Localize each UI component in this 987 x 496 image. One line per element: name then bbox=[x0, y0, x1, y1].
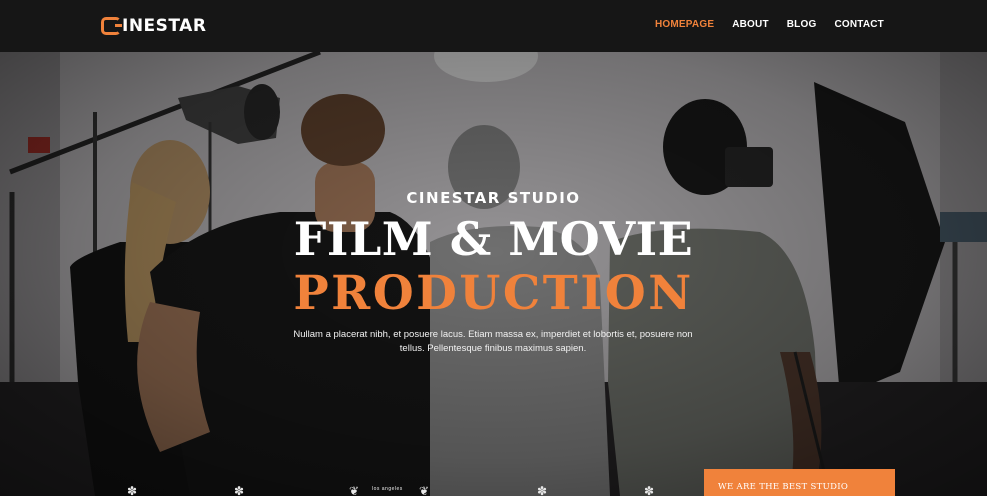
hero-section: CINESTAR STUDIO FILM & MOVIE PRODUCTION … bbox=[0, 52, 987, 496]
laurel-icon: ✽ bbox=[127, 484, 138, 496]
award-badge-text: los angeles bbox=[372, 486, 403, 492]
hero-title-line-2: PRODUCTION bbox=[293, 266, 694, 321]
nav-blog[interactable]: BLOG bbox=[787, 19, 817, 30]
callout-label: WE ARE THE BEST STUDIO bbox=[718, 482, 849, 492]
main-nav: HOMEPAGE ABOUT BLOG CONTACT bbox=[655, 19, 884, 30]
laurel-icon: ✽ bbox=[537, 484, 548, 496]
hero-description: Nullam a placerat nibh, et posuere lacus… bbox=[293, 329, 693, 354]
laurel-left-icon: ❦ bbox=[349, 484, 360, 496]
laurel-right-icon: ❦ bbox=[419, 484, 430, 496]
hero-eyebrow: CINESTAR STUDIO bbox=[406, 189, 581, 207]
laurel-icon: ✽ bbox=[234, 484, 245, 496]
nav-homepage[interactable]: HOMEPAGE bbox=[655, 19, 714, 30]
logo-c-icon bbox=[101, 17, 122, 35]
best-studio-callout: WE ARE THE BEST STUDIO bbox=[704, 469, 895, 496]
site-header: INESTAR HOMEPAGE ABOUT BLOG CONTACT bbox=[0, 0, 987, 52]
nav-contact[interactable]: CONTACT bbox=[834, 19, 884, 30]
logo-text: INESTAR bbox=[122, 16, 207, 36]
brand-logo[interactable]: INESTAR bbox=[101, 14, 206, 38]
nav-about[interactable]: ABOUT bbox=[732, 19, 769, 30]
hero-title-line-1: FILM & MOVIE bbox=[293, 212, 694, 266]
laurel-icon: ✽ bbox=[644, 484, 655, 496]
